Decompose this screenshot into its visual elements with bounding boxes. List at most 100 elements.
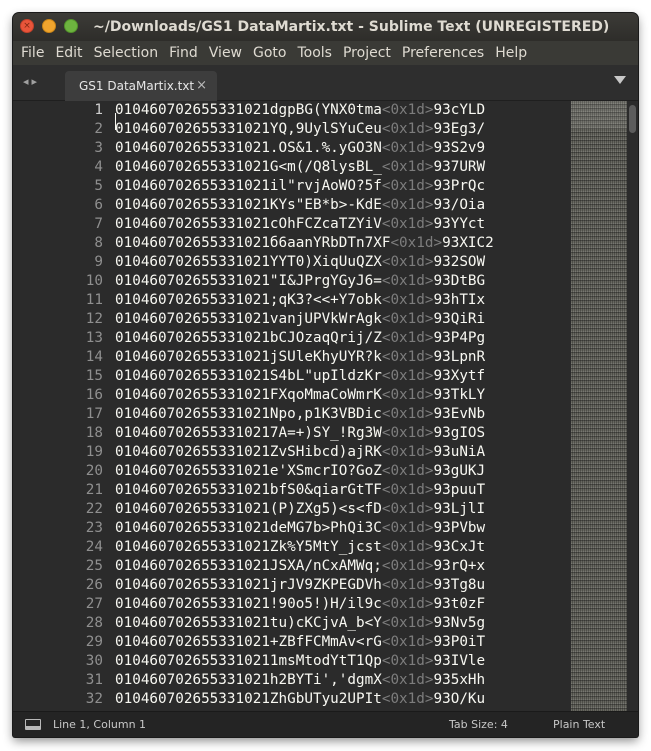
code-line-suffix: 93S2v9	[433, 140, 486, 156]
code-line-text: 010460702655331021Npo,p1K3VBDic	[115, 406, 382, 422]
line-number: 9	[94, 254, 103, 270]
menu-preferences[interactable]: Preferences	[397, 41, 489, 65]
code-line-text: 010460702655331021"I&JPrgYGyJ6=	[115, 273, 382, 289]
maximize-window-button[interactable]	[64, 19, 78, 33]
code-line[interactable]: 010460702655331021cOhFCZcaTZYiV<0x1d>93Y…	[115, 215, 569, 234]
code-line[interactable]: 010460702655331021.OS&1.%.yGO3N<0x1d>93S…	[115, 139, 569, 158]
code-line[interactable]: 010460702655331021KYs"EB*b>-KdE<0x1d>93/…	[115, 196, 569, 215]
code-line[interactable]: 010460702655331021YQ,9UylSYuCeu<0x1d>93E…	[115, 120, 569, 139]
code-line[interactable]: 010460702655331021ZhGbUTyu2UPIt<0x1d>93O…	[115, 690, 569, 709]
code-line-suffix: 93O/Ku	[433, 691, 486, 707]
code-line[interactable]: 010460702655331021Zk%Y5MtY_jcst<0x1d>93C…	[115, 538, 569, 557]
minimap[interactable]	[571, 101, 627, 711]
code-line[interactable]: 010460702655331021jrJV9ZKPEGDVh<0x1d>93T…	[115, 576, 569, 595]
tab-size-selector[interactable]: Tab Size: 4	[449, 718, 508, 731]
code-line[interactable]: 010460702655331021"I&JPrgYGyJ6=<0x1d>93D…	[115, 272, 569, 291]
menu-tools[interactable]: Tools	[292, 41, 337, 65]
code-line-suffix: 93cYLD	[433, 102, 486, 118]
code-line-suffix: 93LjlI	[433, 501, 486, 517]
code-line-text: 010460702655331021jrJV9ZKPEGDVh	[115, 577, 382, 593]
back-arrow-icon[interactable]: ◂	[23, 75, 32, 88]
line-number: 8	[94, 235, 103, 251]
forward-arrow-icon[interactable]: ▸	[32, 75, 41, 88]
code-line-text: 010460702655331021dgpBG(YNX0tma	[115, 102, 382, 118]
code-line[interactable]: 010460702655331021!90o5!)H/il9c<0x1d>93t…	[115, 595, 569, 614]
code-line[interactable]: 010460702655331021S4bL"upIldzKr<0x1d>93X…	[115, 367, 569, 386]
code-line-suffix: 93rQ+x	[433, 558, 486, 574]
line-number-gutter: 1 2 3 4 5 6 7 8 9 10 11 12 13 14 15 16 17 18 19 20 21 22 23 24 2…	[13, 101, 113, 711]
code-line-text: 010460702655331021bfS0&qiarGtTF	[115, 482, 382, 498]
code-line[interactable]: 010460702655331021e'XSmcrIO?GoZ<0x1d>93g…	[115, 462, 569, 481]
code-line[interactable]: 0104607026553310211msMtodYtT1Qp<0x1d>93I…	[115, 652, 569, 671]
group-separator-marker: <0x1d>	[381, 406, 434, 422]
code-line[interactable]: 010460702655331021JSXA/nCxAMWq;<0x1d>93r…	[115, 557, 569, 576]
group-separator-marker: <0x1d>	[381, 653, 434, 669]
code-line[interactable]: 010460702655331021h2BYTi','dgmX<0x1d>935…	[115, 671, 569, 690]
code-line[interactable]: 010460702655331021ZvSHibcd)ajRK<0x1d>93u…	[115, 443, 569, 462]
menu-view[interactable]: View	[204, 41, 247, 65]
status-bar: Line 1, Column 1 Tab Size: 4 Plain Text	[13, 711, 638, 737]
menu-project[interactable]: Project	[338, 41, 396, 65]
code-line[interactable]: 010460702655331021il"rvjAoWO?5f<0x1d>93P…	[115, 177, 569, 196]
code-line[interactable]: 010460702655331021+ZBfFCMmAv<rG<0x1d>93P…	[115, 633, 569, 652]
code-line[interactable]: 010460702655331021vanjUPVkWrAgk<0x1d>93Q…	[115, 310, 569, 329]
panel-toggle-icon[interactable]	[25, 719, 41, 730]
group-separator-marker: <0x1d>	[381, 539, 434, 555]
code-line[interactable]: 010460702655331021deMG7b>PhQi3C<0x1d>93P…	[115, 519, 569, 538]
group-separator-marker: <0x1d>	[381, 311, 434, 327]
line-number: 19	[85, 444, 103, 460]
code-line-suffix: 93CxJt	[433, 539, 486, 555]
minimize-window-button[interactable]	[42, 19, 56, 33]
code-line-suffix: 93Eg3/	[433, 121, 486, 137]
code-line[interactable]: 010460702655331021(P)ZXg5)<s<fD<0x1d>93L…	[115, 500, 569, 519]
line-number: 28	[85, 615, 103, 631]
line-number: 12	[85, 311, 103, 327]
code-line[interactable]: 0104607026553310217A=+)SY_!Rg3W<0x1d>93g…	[115, 424, 569, 443]
group-separator-marker: <0x1d>	[381, 330, 434, 346]
syntax-selector[interactable]: Plain Text	[553, 718, 605, 731]
group-separator-marker: <0x1d>	[381, 634, 434, 650]
code-line[interactable]: 010460702655331021tu)cKCjvA_b<Y<0x1d>93N…	[115, 614, 569, 633]
code-line[interactable]: 010460702655331021G<m(/Q8lysBL_<0x1d>937…	[115, 158, 569, 177]
code-line[interactable]: 010460702655331021jSUleKhyUYR?k<0x1d>93L…	[115, 348, 569, 367]
code-line-suffix: 93YYct	[433, 216, 486, 232]
tab-close-icon[interactable]: ×	[196, 78, 207, 93]
group-separator-marker: <0x1d>	[381, 444, 434, 460]
editor-area[interactable]: 1 2 3 4 5 6 7 8 9 10 11 12 13 14 15 16 17 18 19 20 21 22 23 24 2…	[13, 101, 638, 711]
code-line[interactable]: 010460702655331021bCJOzaqQrij/Z<0x1d>93P…	[115, 329, 569, 348]
code-line-suffix: 93hTIx	[433, 292, 486, 308]
cursor-position: Line 1, Column 1	[53, 718, 147, 731]
code-line[interactable]: 010460702655331021;qK3?<<+Y7obk<0x1d>93h…	[115, 291, 569, 310]
menu-edit[interactable]: Edit	[50, 41, 87, 65]
menu-file[interactable]: File	[16, 41, 49, 65]
minimap-viewport[interactable]	[571, 101, 627, 129]
menu-selection[interactable]: Selection	[89, 41, 164, 65]
code-line[interactable]: 010460702655331021Npo,p1K3VBDic<0x1d>93E…	[115, 405, 569, 424]
code-line[interactable]: 010460702655331021YYT0)XiqUuQZX<0x1d>932…	[115, 253, 569, 272]
line-number: 7	[94, 216, 103, 232]
line-number: 26	[85, 577, 103, 593]
group-separator-marker: <0x1d>	[381, 102, 434, 118]
line-number: 4	[94, 159, 103, 175]
line-number: 2	[94, 121, 103, 137]
line-number: 13	[85, 330, 103, 346]
close-window-button[interactable]: ×	[20, 19, 34, 33]
code-text-area[interactable]: 010460702655331021dgpBG(YNX0tma<0x1d>93c…	[115, 101, 569, 711]
code-line[interactable]: 010460702655331021FXqoMmaCoWmrK<0x1d>93T…	[115, 386, 569, 405]
minimize-icon	[43, 20, 55, 32]
scrollbar-thumb[interactable]	[629, 105, 636, 133]
code-line[interactable]: 010460702655331021б6aanYRbDTn7XF<0x1d>93…	[115, 234, 569, 253]
code-line-text: 010460702655331021;qK3?<<+Y7obk	[115, 292, 382, 308]
menu-help[interactable]: Help	[490, 41, 532, 65]
menu-find[interactable]: Find	[164, 41, 203, 65]
code-line-suffix: 935xHh	[433, 672, 486, 688]
vertical-scrollbar[interactable]	[627, 101, 638, 711]
tab-list-dropdown-icon[interactable]	[614, 76, 626, 84]
menu-goto[interactable]: Goto	[248, 41, 291, 65]
code-line[interactable]: 010460702655331021bfS0&qiarGtTF<0x1d>93p…	[115, 481, 569, 500]
code-line[interactable]: 010460702655331021dgpBG(YNX0tma<0x1d>93c…	[115, 101, 569, 120]
group-separator-marker: <0x1d>	[381, 121, 434, 137]
line-number: 18	[85, 425, 103, 441]
tab-gs1-datamartix[interactable]: GS1 DataMartix.txt ×	[65, 71, 217, 101]
code-line-suffix: 93gIOS	[433, 425, 486, 441]
